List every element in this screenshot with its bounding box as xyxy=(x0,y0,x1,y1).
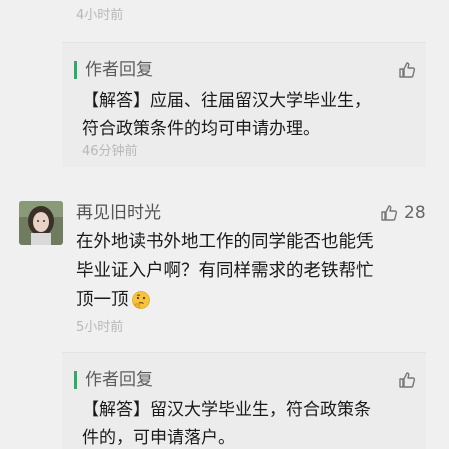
comment-line-3-text: 顶一顶 xyxy=(76,290,129,310)
comment-time: 5小时前 xyxy=(76,320,124,335)
author-reply-box: 作者回复 【解答】留汉大学毕业生，符合政策条 件的，可申请落户。 xyxy=(62,352,426,449)
reply-accent-bar xyxy=(74,371,77,389)
like-count: 28 xyxy=(404,203,426,223)
comment-line-1: 在外地读书外地工作的同学能否也能凭 xyxy=(76,232,374,252)
thumbs-up-icon[interactable] xyxy=(380,204,398,222)
author-reply-line-1: 【解答】应届、往届留汉大学毕业生， xyxy=(82,91,371,111)
author-reply-label: 作者回复 xyxy=(85,370,153,390)
reply-accent-bar xyxy=(74,61,77,79)
comments-page: 4小时前 作者回复 【解答】应届、往届留汉大学毕业生， 符合政策条件的均可申请办… xyxy=(0,0,449,449)
avatar[interactable] xyxy=(19,201,63,245)
thinking-face-icon xyxy=(131,291,150,309)
author-reply-time: 46分钟前 xyxy=(82,144,138,159)
author-reply-line-2: 符合政策条件的均可申请办理。 xyxy=(82,119,320,139)
author-reply-line-2: 件的，可申请落户。 xyxy=(82,428,235,448)
avatar-image xyxy=(19,201,63,245)
comment-line-3: 顶一顶 xyxy=(76,286,436,315)
author-reply-header: 作者回复 xyxy=(74,59,153,81)
author-reply-box: 作者回复 【解答】应届、往届留汉大学毕业生， 符合政策条件的均可申请办理。 46… xyxy=(62,42,426,167)
author-reply-header: 作者回复 xyxy=(74,369,153,391)
commenter-name[interactable]: 再见旧时光 xyxy=(76,201,161,225)
author-reply-label: 作者回复 xyxy=(85,60,153,80)
comment-line-2: 毕业证入户啊？有同样需求的老铁帮忙 xyxy=(76,261,374,281)
thumbs-up-icon[interactable] xyxy=(398,371,416,389)
thumbs-up-icon[interactable] xyxy=(398,61,416,79)
author-reply-line-1: 【解答】留汉大学毕业生，符合政策条 xyxy=(82,400,371,420)
previous-comment-time: 4小时前 xyxy=(76,8,124,23)
